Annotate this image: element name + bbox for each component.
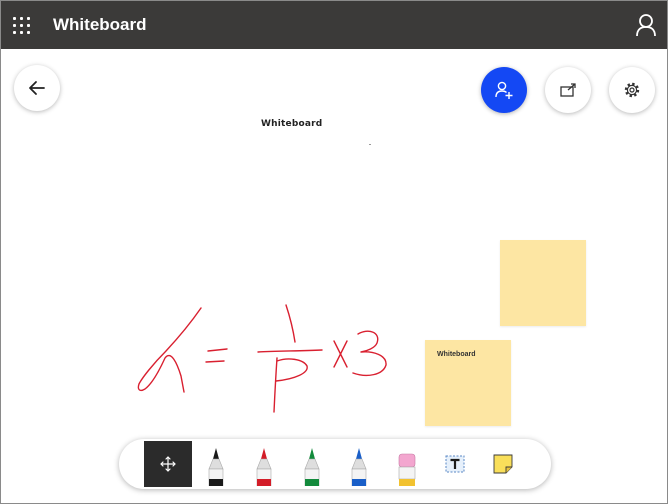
text-tool[interactable]	[443, 439, 467, 489]
sticky-note-tool[interactable]	[491, 439, 515, 489]
pen-red[interactable]	[252, 439, 276, 489]
app-frame: Whiteboard Whiteboard Whiteboard	[0, 0, 668, 504]
pen-icon	[256, 448, 272, 486]
handwritten-equation[interactable]	[1, 1, 667, 503]
eraser-icon	[398, 453, 416, 486]
pen-icon	[351, 448, 367, 486]
pen-blue[interactable]	[347, 439, 371, 489]
pen-icon	[208, 448, 224, 486]
pen-green[interactable]	[300, 439, 324, 489]
pen-black[interactable]	[204, 439, 228, 489]
eraser-tool[interactable]	[395, 439, 419, 489]
move-icon	[160, 456, 176, 472]
text-box-icon	[445, 455, 465, 473]
sticky-note-icon	[493, 454, 513, 474]
move-tool[interactable]	[144, 441, 192, 487]
pen-icon	[304, 448, 320, 486]
drawing-toolbar	[119, 439, 551, 489]
